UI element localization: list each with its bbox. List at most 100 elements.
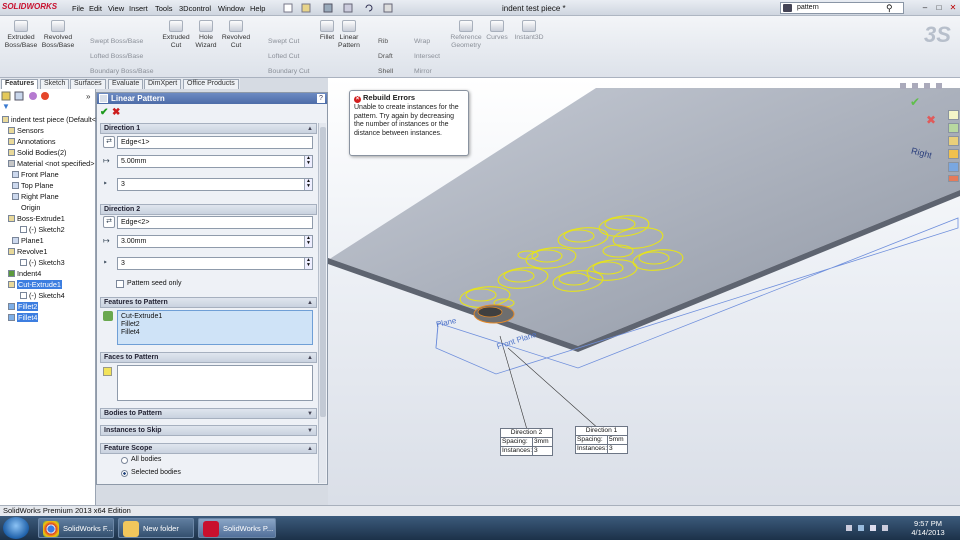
maximize-button[interactable]: □ <box>932 2 946 13</box>
magnifier-icon[interactable]: ⚲ <box>886 3 893 14</box>
tree-item-sketch4[interactable]: (-) Sketch4 <box>20 291 65 301</box>
system-tray[interactable] <box>846 524 894 532</box>
all-bodies-radio[interactable] <box>121 457 128 464</box>
tree-root[interactable]: indent test piece (Default< <box>2 115 96 125</box>
extruded-cut-button[interactable]: Extruded Cut <box>160 20 192 50</box>
scroll-thumb[interactable] <box>320 127 326 417</box>
tree-item-solid-bodies[interactable]: Solid Bodies(2) <box>8 148 66 158</box>
faces-to-pattern-header[interactable]: Faces to Pattern ▲ <box>100 352 317 363</box>
spin-icon[interactable]: ▲ ▼ <box>304 156 312 167</box>
tree-item-sketch2[interactable]: (-) Sketch2 <box>20 225 65 235</box>
shell-button[interactable]: Shell <box>378 68 393 75</box>
hole-wizard-button[interactable]: Hole Wizard <box>191 20 221 50</box>
menu-3dcontrol[interactable]: 3Dcontrol <box>179 4 211 13</box>
tree-item-material[interactable]: Material <not specified> <box>8 159 94 169</box>
direction1-spacing-value[interactable]: 5mm <box>607 436 624 444</box>
home-icon[interactable] <box>948 110 959 120</box>
boundary-cut-button[interactable]: Boundary Cut <box>268 68 310 75</box>
instances-to-skip-header[interactable]: Instances to Skip ▼ <box>100 425 317 436</box>
tab-surfaces[interactable]: Surfaces <box>70 79 106 89</box>
swept-boss-button[interactable]: Swept Boss/Base <box>90 38 143 45</box>
direction2-header[interactable]: Direction 2 <box>100 204 317 215</box>
direction2-spacing-value[interactable]: 3mm <box>532 438 549 446</box>
direction1-callout[interactable]: Direction 1 Spacing: 5mm Instances: 3 <box>575 426 628 454</box>
taskbar-folder[interactable]: New folder <box>118 518 194 538</box>
features-list[interactable]: Cut-Extrude1 Fillet2 Fillet4 <box>117 310 313 345</box>
pm-scrollbar[interactable] <box>318 123 326 483</box>
explorer-icon[interactable] <box>948 149 959 159</box>
tree-item-fillet4[interactable]: Fillet4 <box>8 313 39 323</box>
view-palette-icon[interactable] <box>948 162 959 172</box>
revolved-boss-button[interactable]: Revolved Boss/Base <box>40 20 76 50</box>
tab-features[interactable]: Features <box>1 79 39 89</box>
menu-insert[interactable]: Insert <box>129 4 148 13</box>
minimize-button[interactable]: – <box>918 2 932 13</box>
help-icon[interactable]: ? <box>317 94 325 103</box>
clock[interactable]: 9:57 PM 4/14/2013 <box>900 519 956 537</box>
reference-geometry-button[interactable]: Reference Geometry <box>448 20 484 50</box>
spin-icon[interactable]: ▲ ▼ <box>304 236 312 247</box>
direction2-callout[interactable]: Direction 2 Spacing: 3mm Instances: 3 <box>500 428 553 456</box>
linear-pattern-button[interactable]: Linear Pattern <box>337 20 361 50</box>
menu-view[interactable]: View <box>108 4 124 13</box>
taskbar-chrome[interactable]: SolidWorks F... <box>38 518 114 538</box>
swept-cut-button[interactable]: Swept Cut <box>268 38 299 45</box>
tree-item-right-plane[interactable]: Right Plane <box>12 192 59 202</box>
start-button[interactable] <box>3 517 29 539</box>
menu-window[interactable]: Window <box>218 4 245 13</box>
intersect-button[interactable]: Intersect <box>414 53 440 60</box>
lofted-boss-button[interactable]: Lofted Boss/Base <box>90 53 143 60</box>
lofted-cut-button[interactable]: Lofted Cut <box>268 53 299 60</box>
confirm-corner-icon[interactable]: ✔ <box>910 95 920 109</box>
instant3d-button[interactable]: Instant3D <box>510 20 548 42</box>
menu-edit[interactable]: Edit <box>89 4 102 13</box>
reverse-direction-icon[interactable]: ⇄ <box>103 136 115 148</box>
tree-item-fillet2[interactable]: Fillet2 <box>8 302 39 312</box>
tree-item-annotations[interactable]: Annotations <box>8 137 56 147</box>
ok-button[interactable]: ✔ <box>100 107 108 118</box>
appearances-icon[interactable] <box>948 175 959 182</box>
tab-dimxpert[interactable]: DimXpert <box>144 79 182 89</box>
draft-button[interactable]: Draft <box>378 53 393 60</box>
tree-item-top-plane[interactable]: Top Plane <box>12 181 53 191</box>
tab-sketch[interactable]: Sketch <box>40 79 70 89</box>
revolved-cut-button[interactable]: Revolved Cut <box>219 20 253 50</box>
tab-office-products[interactable]: Office Products <box>183 79 239 89</box>
tree-item-front-plane[interactable]: Front Plane <box>12 170 59 180</box>
direction1-instances-field[interactable]: 3 ▲ ▼ <box>117 178 313 191</box>
cancel-corner-icon[interactable]: ✖ <box>926 113 936 127</box>
tree-item-revolve1[interactable]: Revolve1 <box>8 247 47 257</box>
heads-up-view-toolbar[interactable] <box>900 82 948 90</box>
direction2-spacing-field[interactable]: 3.00mm ▲ ▼ <box>117 235 313 248</box>
menu-tools[interactable]: Tools <box>155 4 173 13</box>
wrap-button[interactable]: Wrap <box>414 38 430 45</box>
features-to-pattern-header[interactable]: Features to Pattern ▲ <box>100 297 317 308</box>
tree-item-cut-extrude1[interactable]: Cut-Extrude1 <box>8 280 62 290</box>
list-item[interactable]: Cut-Extrude1 <box>121 313 309 321</box>
direction1-spacing-field[interactable]: 5.00mm ▲ ▼ <box>117 155 313 168</box>
filter-icon[interactable]: ▼ <box>2 102 10 111</box>
feature-scope-header[interactable]: Feature Scope ▲ <box>100 443 317 454</box>
close-button[interactable]: ✕ <box>946 2 960 13</box>
direction2-instances-field[interactable]: 3 ▲ ▼ <box>117 257 313 270</box>
library-icon[interactable] <box>948 136 959 146</box>
rib-button[interactable]: Rib <box>378 38 388 45</box>
tree-item-boss-extrude1[interactable]: Boss-Extrude1 <box>8 214 65 224</box>
spin-icon[interactable]: ▲ ▼ <box>304 258 312 269</box>
list-item[interactable]: Fillet2 <box>121 321 309 329</box>
tree-item-indent4[interactable]: Indent4 <box>8 269 41 279</box>
tab-evaluate[interactable]: Evaluate <box>108 79 144 89</box>
pattern-seed-only-checkbox[interactable] <box>116 280 124 288</box>
reverse-direction-icon[interactable]: ⇄ <box>103 216 115 228</box>
tree-toolbar[interactable]: » <box>0 91 96 101</box>
solidworks-logo[interactable]: SOLIDWORKS <box>2 2 57 11</box>
resources-icon[interactable] <box>948 123 959 133</box>
fillet-button[interactable]: Fillet <box>316 20 338 42</box>
bodies-to-pattern-header[interactable]: Bodies to Pattern ▼ <box>100 408 317 419</box>
direction2-edge-field[interactable]: Edge<2> <box>117 216 313 229</box>
selected-bodies-radio[interactable] <box>121 470 128 477</box>
boundary-boss-button[interactable]: Boundary Boss/Base <box>90 68 153 75</box>
tree-item-plane1[interactable]: Plane1 <box>12 236 44 246</box>
list-item[interactable]: Fillet4 <box>121 329 309 337</box>
tree-item-sketch3[interactable]: (-) Sketch3 <box>20 258 65 268</box>
